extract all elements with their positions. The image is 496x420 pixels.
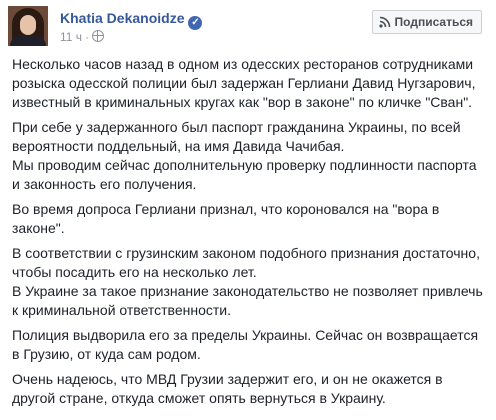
author-name-link[interactable]: Khatia Dekanoidze bbox=[60, 10, 184, 26]
author-name-line: Khatia Dekanoidze ✓ bbox=[60, 10, 203, 30]
verified-badge-icon: ✓ bbox=[188, 16, 203, 30]
globe-icon[interactable] bbox=[92, 30, 105, 42]
meta-separator: · bbox=[85, 30, 90, 44]
author-avatar[interactable] bbox=[8, 6, 48, 46]
post-body: Несколько часов назад в одном из одесски… bbox=[12, 55, 488, 414]
rss-icon bbox=[378, 16, 390, 28]
post-meta: 11 ч · bbox=[60, 30, 105, 44]
post-paragraph: В соответствии с грузинским законом подо… bbox=[12, 245, 483, 318]
subscribe-label: Подписаться bbox=[394, 15, 473, 29]
post-paragraph: Очень надеюсь, что МВД Грузии задержит е… bbox=[12, 371, 443, 406]
avatar-shoulders bbox=[10, 36, 46, 46]
facebook-post: Khatia Dekanoidze ✓ 11 ч · Подписаться Нес… bbox=[0, 0, 496, 420]
post-paragraph: Несколько часов назад в одном из одесски… bbox=[12, 56, 476, 110]
post-header: Khatia Dekanoidze ✓ 11 ч · Подписаться bbox=[8, 6, 488, 46]
post-paragraph: При себе у задержанного был паспорт граж… bbox=[12, 119, 477, 192]
post-timestamp[interactable]: 11 ч bbox=[60, 30, 82, 44]
subscribe-button[interactable]: Подписаться bbox=[371, 10, 482, 34]
post-paragraph: Во время допроса Герлиани признал, что к… bbox=[12, 201, 440, 236]
avatar-face bbox=[20, 15, 36, 35]
post-paragraph: Полиция выдворила его за пределы Украины… bbox=[12, 327, 479, 362]
